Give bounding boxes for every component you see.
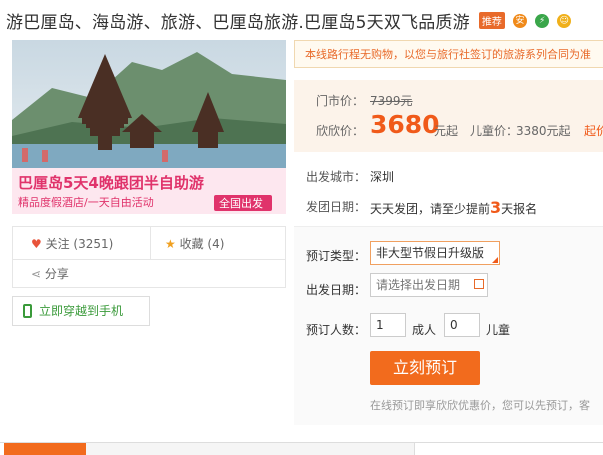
product-title-row: 游巴厘岛、海岛游、旅游、巴厘岛旅游.巴厘岛5天双飞品质游 推荐 安 ⚡ ☺ — [6, 8, 603, 36]
product-title: 游巴厘岛、海岛游、旅游、巴厘岛旅游.巴厘岛5天双飞品质游 — [6, 13, 470, 33]
price-box: 门市价： 7399元 欣欣价： 3680 元起 儿童价： 3380元起 起价 — [294, 80, 603, 152]
departure-city-label: 出发城市： — [306, 170, 367, 184]
advance-days: 3 — [490, 198, 502, 217]
product-image[interactable]: 巴厘岛5天4晚跟团半自助游 精品度假酒店/一天自由活动 全国出发 — [12, 40, 286, 214]
departure-date-value: 天天发团，请至少提前3天报名 — [370, 198, 537, 217]
tab-2[interactable] — [86, 443, 169, 455]
detail-tabs — [0, 442, 603, 455]
market-price-value: 7399元 — [370, 94, 413, 108]
share-label: 分享 — [44, 267, 69, 281]
booking-hint: 在线预订即享欣欣优惠价，您可以先预订，客 — [370, 399, 590, 412]
social-actions: ♥ 关注 (3251) ★ 收藏 (4) ⋖ 分享 — [12, 226, 286, 288]
order-panel: 预订类型： 非大型节假日升级版 出发日期： 预订人数： 1 成人 0 儿童 立刻… — [294, 226, 603, 425]
child-price-label: 儿童价： — [470, 124, 519, 138]
favorite-button[interactable]: ★ 收藏 (4) — [165, 235, 224, 252]
share-button[interactable]: ⋖ 分享 — [31, 265, 69, 282]
departure-city-value: 深圳 — [370, 170, 395, 184]
adults-unit: 成人 — [412, 323, 437, 337]
people-count-label: 预订人数： — [306, 323, 367, 337]
heart-icon: ♥ — [31, 237, 42, 251]
tab-active[interactable] — [4, 443, 86, 455]
select-corner-icon — [492, 257, 498, 263]
phone-icon — [23, 304, 32, 318]
recommend-badge: 推荐 — [478, 12, 505, 29]
book-now-button[interactable]: 立刻预订 — [370, 351, 480, 385]
departure-date-post: 天报名 — [501, 202, 538, 216]
banner-overlay-title: 巴厘岛5天4晚跟团半自助游 — [18, 174, 204, 192]
adults-input[interactable]: 1 — [370, 313, 406, 337]
follow-button[interactable]: ♥ 关注 (3251) — [31, 235, 113, 252]
departure-date-label: 发团日期： — [306, 200, 367, 214]
departure-date-input-label: 出发日期： — [306, 283, 367, 297]
children-input[interactable]: 0 — [444, 313, 480, 337]
no-shopping-notice: 本线路行程无购物，以您与旅行社签订的旅游系列合同为准 — [294, 40, 603, 68]
send-to-mobile-button[interactable]: 立即穿越到手机 — [12, 296, 150, 326]
xinxin-price-unit: 元起 — [434, 124, 459, 138]
package-type-select[interactable]: 非大型节假日升级版 — [370, 241, 500, 265]
share-icon: ⋖ — [31, 267, 42, 281]
xinxin-price-label: 欣欣价： — [316, 124, 365, 138]
favorite-label: 收藏 (4) — [179, 237, 225, 251]
banner-overlay-sub: 精品度假酒店/一天自由活动 — [18, 195, 154, 209]
child-price-value: 3380元起 — [516, 124, 571, 138]
children-unit: 儿童 — [486, 323, 511, 337]
market-price-label: 门市价： — [316, 94, 365, 108]
safe-icon: 安 — [513, 13, 528, 28]
departure-date-input[interactable] — [370, 273, 488, 297]
send-to-mobile-label: 立即穿越到手机 — [39, 304, 124, 318]
star-icon: ★ — [165, 237, 176, 251]
banner-overlay-tag: 全国出发 — [219, 196, 263, 210]
lightning-icon: ⚡ — [535, 13, 550, 28]
follow-label: 关注 (3251) — [45, 237, 114, 251]
departure-date-pre: 天天发团，请至少提前 — [370, 202, 491, 216]
calendar-icon[interactable] — [474, 279, 484, 289]
package-type-label: 预订类型： — [306, 249, 367, 263]
tab-3[interactable] — [168, 443, 251, 455]
tab-5[interactable] — [332, 443, 415, 455]
xinxin-price-value: 3680 — [370, 110, 440, 139]
smile-icon: ☺ — [557, 13, 572, 28]
more-price-link[interactable]: 起价 — [584, 122, 603, 139]
tab-4[interactable] — [250, 443, 333, 455]
